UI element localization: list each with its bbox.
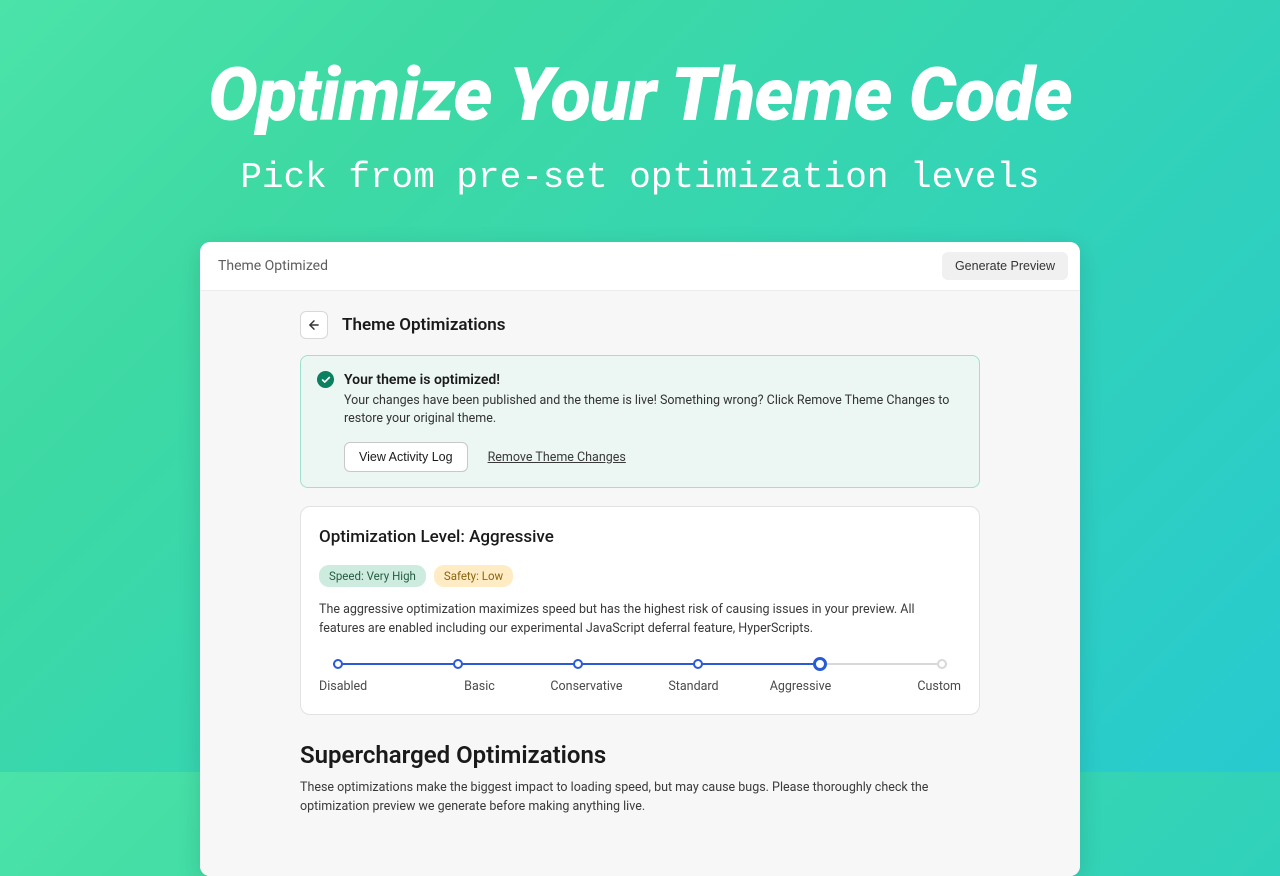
banner-body: Your changes have been published and the… <box>344 392 963 428</box>
hero-subtitle: Pick from pre-set optimization levels <box>0 157 1280 198</box>
level-description: The aggressive optimization maximizes sp… <box>319 601 961 639</box>
content-area: Theme Optimizations Your theme is optimi… <box>200 291 1080 876</box>
app-name: Theme Optimized <box>212 258 328 274</box>
arrow-left-icon <box>307 318 321 332</box>
slider-tick[interactable] <box>693 659 703 669</box>
slider-tick[interactable] <box>453 659 463 669</box>
app-panel: Theme Optimized Generate Preview Theme O… <box>200 242 1080 876</box>
supercharged-title: Supercharged Optimizations <box>300 741 980 769</box>
optimization-level-card: Optimization Level: Aggressive Speed: Ve… <box>300 506 980 715</box>
slider-label: Standard <box>640 679 747 694</box>
page-header: Theme Optimizations <box>300 311 980 339</box>
safety-badge: Safety: Low <box>434 565 513 587</box>
generate-preview-button[interactable]: Generate Preview <box>942 252 1068 280</box>
page-title: Theme Optimizations <box>342 315 506 335</box>
success-banner: Your theme is optimized! Your changes ha… <box>300 355 980 488</box>
hero-title: Optimize Your Theme Code <box>0 52 1280 139</box>
slider-tick[interactable] <box>573 659 583 669</box>
slider-label: Conservative <box>533 679 640 694</box>
check-circle-icon <box>317 371 334 388</box>
slider-tick[interactable] <box>937 659 947 669</box>
back-button[interactable] <box>300 311 328 339</box>
level-slider[interactable] <box>319 663 961 665</box>
slider-label: Aggressive <box>747 679 854 694</box>
slider-label: Disabled <box>319 679 426 694</box>
app-header: Theme Optimized Generate Preview <box>200 242 1080 291</box>
banner-title: Your theme is optimized! <box>344 372 500 388</box>
slider-label: Basic <box>426 679 533 694</box>
remove-theme-changes-link[interactable]: Remove Theme Changes <box>488 450 626 465</box>
slider-tick[interactable] <box>333 659 343 669</box>
speed-badge: Speed: Very High <box>319 565 426 587</box>
view-activity-log-button[interactable]: View Activity Log <box>344 442 468 472</box>
slider-tick[interactable] <box>813 657 827 671</box>
level-title: Optimization Level: Aggressive <box>319 527 961 547</box>
slider-label: Custom <box>854 679 961 694</box>
supercharged-description: These optimizations make the biggest imp… <box>300 779 980 817</box>
